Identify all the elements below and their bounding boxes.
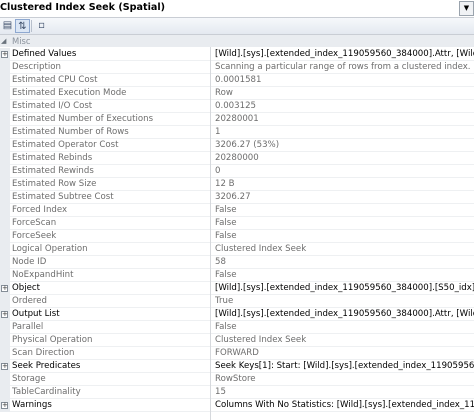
- row-gutter: [0, 191, 10, 204]
- property-name: Warnings: [12, 400, 52, 410]
- property-pages-icon[interactable]: ▫: [34, 19, 49, 33]
- row-gutter: [0, 126, 10, 139]
- row-gutter: [0, 217, 10, 230]
- row-gutter: [0, 152, 10, 165]
- row-gutter: [0, 113, 10, 126]
- collapse-icon[interactable]: ◢: [1, 37, 6, 45]
- property-value[interactable]: Clustered Index Seek: [215, 335, 474, 345]
- expand-icon[interactable]: +: [1, 51, 8, 58]
- property-name: Object: [12, 283, 40, 293]
- row-gutter: [0, 100, 10, 113]
- properties-title-bar: Clustered Index Seek (Spatial) ▼: [0, 0, 474, 18]
- object-title: Clustered Index Seek (Spatial): [0, 2, 166, 13]
- properties-toolbar: ▤ ⇅ ▫: [0, 18, 474, 35]
- column-splitter[interactable]: [210, 47, 211, 420]
- row-gutter: [0, 243, 10, 256]
- row-gutter: [0, 373, 10, 386]
- property-value[interactable]: 3206.27 (53%): [215, 140, 474, 150]
- row-gutter: [0, 269, 10, 282]
- property-name: Ordered: [12, 296, 47, 306]
- property-grid: ◢ Misc + Defined Values [Wild].[sys].[exte…: [0, 35, 474, 420]
- property-name: Forced Index: [12, 205, 68, 215]
- property-name: TableCardinality: [12, 387, 81, 397]
- row-gutter: [0, 386, 10, 399]
- property-value[interactable]: 58: [215, 257, 474, 267]
- property-value[interactable]: 0: [215, 166, 474, 176]
- expand-icon[interactable]: +: [1, 363, 8, 370]
- property-value[interactable]: 0.0001581: [215, 75, 474, 85]
- property-value[interactable]: True: [215, 296, 474, 306]
- categorized-icon[interactable]: ▤: [0, 19, 15, 33]
- property-value[interactable]: 3206.27: [215, 192, 474, 202]
- row-gutter: [0, 61, 10, 74]
- property-name: Estimated CPU Cost: [12, 75, 98, 85]
- property-value[interactable]: Clustered Index Seek: [215, 244, 474, 254]
- property-name: Output List: [12, 309, 60, 319]
- property-value[interactable]: Columns With No Statistics: [Wild].[sys]…: [215, 400, 474, 410]
- row-gutter: [0, 347, 10, 360]
- property-name: Physical Operation: [12, 335, 93, 345]
- property-value[interactable]: 15: [215, 387, 474, 397]
- property-name: Scan Direction: [12, 348, 75, 358]
- property-value[interactable]: 1: [215, 127, 474, 137]
- property-value[interactable]: 20280000: [215, 153, 474, 163]
- property-value[interactable]: FORWARD: [215, 348, 474, 358]
- property-value[interactable]: 0.003125: [215, 101, 474, 111]
- property-name: Seek Predicates: [12, 361, 81, 371]
- expand-icon[interactable]: +: [1, 285, 8, 292]
- property-value[interactable]: 12 B: [215, 179, 474, 189]
- property-value[interactable]: RowStore: [215, 374, 474, 384]
- row-gutter: [0, 74, 10, 87]
- row-gutter: [0, 256, 10, 269]
- property-value[interactable]: Scanning a particular range of rows from…: [215, 62, 474, 72]
- row-gutter: [0, 178, 10, 191]
- property-name: ForceScan: [12, 218, 57, 228]
- row-gutter: [0, 321, 10, 334]
- property-name: Parallel: [12, 322, 44, 332]
- row-gutter: [0, 87, 10, 100]
- property-value[interactable]: False: [215, 270, 474, 280]
- sort-alphabetical-icon[interactable]: ⇅: [15, 19, 30, 33]
- category-label: Misc: [12, 36, 31, 46]
- row-gutter: [0, 139, 10, 152]
- property-name: Description: [12, 62, 61, 72]
- toolbar-separator: [31, 20, 32, 32]
- property-name: Estimated Number of Rows: [12, 127, 129, 137]
- property-value[interactable]: Seek Keys[1]: Start: [Wild].[sys].[exten…: [215, 361, 474, 371]
- row-divider: [10, 411, 474, 412]
- property-name: Estimated Rebinds: [12, 153, 93, 163]
- property-name: ForceSeek: [12, 231, 57, 241]
- property-name: Estimated Rewinds: [12, 166, 94, 176]
- expand-icon[interactable]: +: [1, 402, 8, 409]
- property-value[interactable]: False: [215, 205, 474, 215]
- row-gutter: [0, 295, 10, 308]
- property-name: Estimated Execution Mode: [12, 88, 127, 98]
- property-name: Defined Values: [12, 49, 77, 59]
- property-name: Estimated I/O Cost: [12, 101, 93, 111]
- property-value[interactable]: [Wild].[sys].[extended_index_119059560_3…: [215, 309, 474, 319]
- row-gutter: [0, 334, 10, 347]
- property-value[interactable]: Row: [215, 88, 474, 98]
- property-name: Estimated Row Size: [12, 179, 97, 189]
- property-name: Estimated Operator Cost: [12, 140, 119, 150]
- chevron-down-icon[interactable]: ▼: [459, 1, 474, 16]
- property-name: Storage: [12, 374, 46, 384]
- property-value[interactable]: False: [215, 218, 474, 228]
- row-gutter: [0, 165, 10, 178]
- property-value[interactable]: [Wild].[sys].[extended_index_119059560_3…: [215, 49, 474, 59]
- property-name: Node ID: [12, 257, 47, 267]
- property-value[interactable]: False: [215, 322, 474, 332]
- category-misc[interactable]: ◢ Misc: [0, 35, 474, 47]
- property-name: Estimated Subtree Cost: [12, 192, 114, 202]
- expand-icon[interactable]: +: [1, 311, 8, 318]
- property-name: Logical Operation: [12, 244, 88, 254]
- row-gutter: [0, 230, 10, 243]
- property-name: Estimated Number of Executions: [12, 114, 154, 124]
- property-value[interactable]: False: [215, 231, 474, 241]
- property-value[interactable]: [Wild].[sys].[extended_index_119059560_3…: [215, 283, 474, 293]
- row-gutter: [0, 204, 10, 217]
- property-name: NoExpandHint: [12, 270, 74, 280]
- property-value[interactable]: 20280001: [215, 114, 474, 124]
